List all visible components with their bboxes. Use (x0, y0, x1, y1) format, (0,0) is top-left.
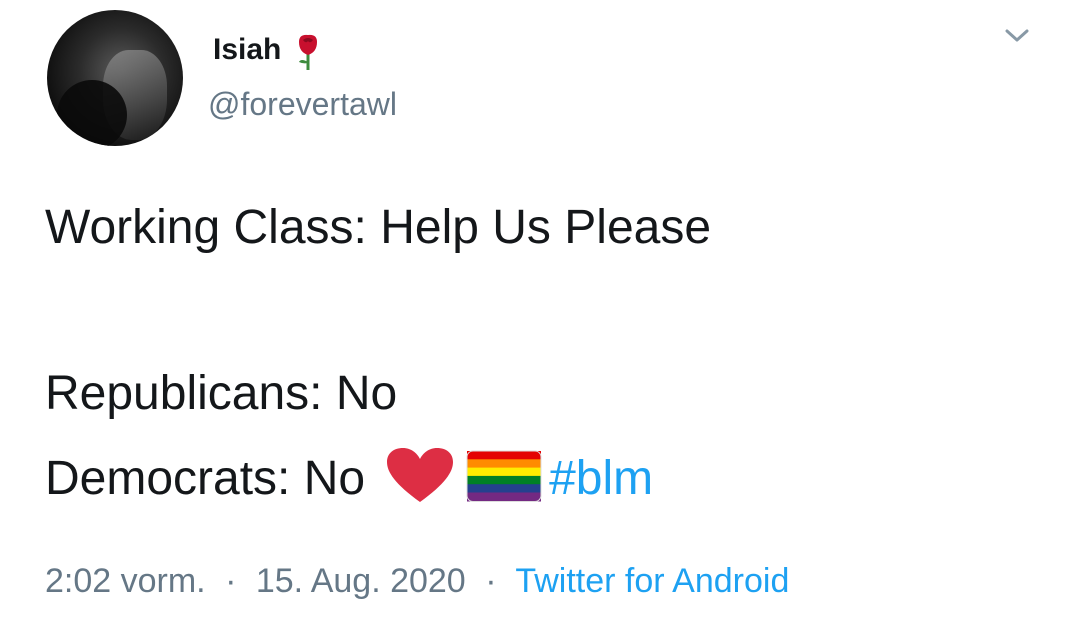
hashtag-link[interactable]: #blm (549, 451, 653, 506)
tweet-source-link[interactable]: Twitter for Android (515, 562, 789, 600)
meta-separator: · (485, 562, 497, 600)
tweet-text-line-3: Democrats: No (45, 451, 366, 505)
tweet-card: Isiah @forevertawl Working Class: Help U… (0, 0, 1080, 637)
tweet-meta: 2:02 vorm. · 15. Aug. 2020 · Twitter for… (45, 562, 789, 601)
tweet-text-line-1: Working Class: Help Us Please (45, 201, 712, 254)
rainbow-flag-icon (466, 450, 542, 502)
user-name-row[interactable]: Isiah (213, 30, 323, 70)
tweet-time[interactable]: 2:02 vorm. (45, 562, 206, 600)
tweet-date[interactable]: 15. Aug. 2020 (256, 562, 466, 600)
tweet-text-line-2: Republicans: No (45, 367, 398, 420)
heart-icon (387, 448, 454, 502)
avatar-shadow (57, 80, 127, 146)
tweet-text-line-3-row: Democrats: No #blm (45, 448, 653, 508)
chevron-down-icon[interactable] (1002, 26, 1032, 46)
meta-separator: · (225, 562, 237, 600)
display-name[interactable]: Isiah (213, 33, 281, 67)
rose-icon (299, 34, 318, 70)
user-handle[interactable]: @forevertawl (208, 86, 397, 123)
avatar[interactable] (47, 10, 183, 146)
